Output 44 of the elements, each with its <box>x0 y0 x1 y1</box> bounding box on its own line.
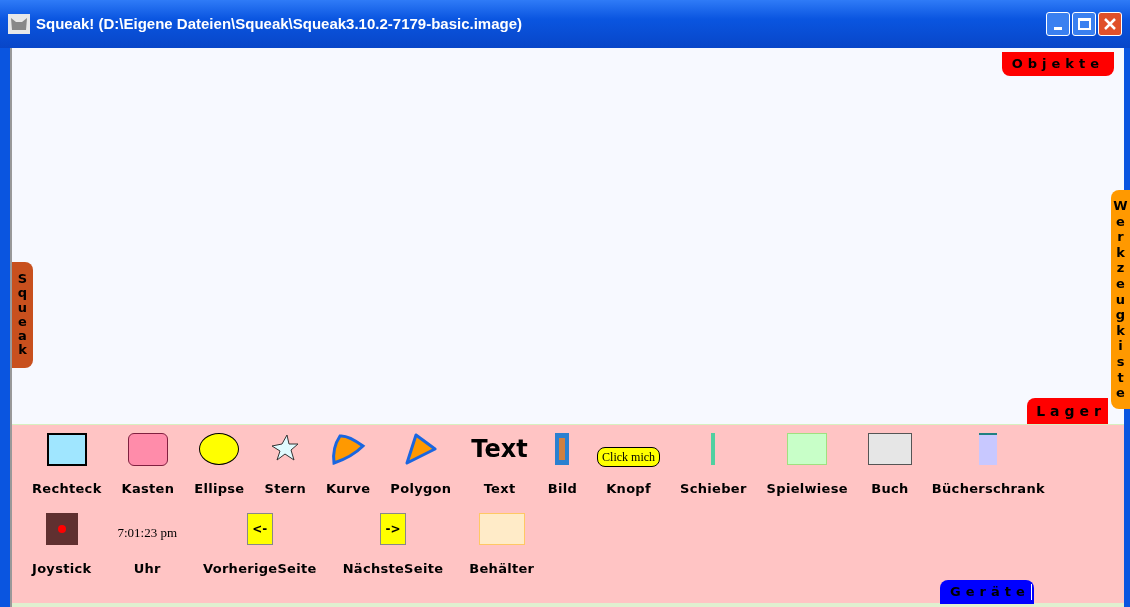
book-icon <box>867 433 912 465</box>
supply-label[interactable]: Rechteck <box>32 479 102 499</box>
supply-label[interactable]: Stern <box>264 479 307 499</box>
curve-shape-icon <box>330 433 367 465</box>
rectangle-icon <box>46 433 87 466</box>
clock-time: 7:01:23 pm <box>117 523 177 542</box>
triangle-icon <box>403 433 438 465</box>
supply-label[interactable]: Uhr <box>133 558 161 578</box>
ellipse-icon <box>199 433 240 465</box>
maximize-button[interactable] <box>1072 12 1096 36</box>
container-icon <box>478 512 525 545</box>
supply-label[interactable]: Joystick <box>32 558 92 578</box>
supply-label[interactable]: Knopf <box>606 479 651 499</box>
flap-tab[interactable]: Objekte <box>1001 52 1114 76</box>
app-icon <box>8 14 30 34</box>
flap-tab[interactable]: Werkzeugkiste <box>1111 190 1130 409</box>
supply-label[interactable]: Kasten <box>121 479 175 499</box>
text-sample: Text <box>471 434 528 465</box>
close-button[interactable] <box>1098 12 1122 36</box>
minimize-button[interactable] <box>1046 12 1070 36</box>
flap-tab[interactable]: Lager <box>1027 398 1108 424</box>
supply-label[interactable]: Spielwiese <box>766 479 848 499</box>
supply-label[interactable]: Ellipse <box>194 479 245 499</box>
supply-label[interactable]: VorherigeSeite <box>203 558 317 578</box>
star-icon <box>270 433 301 463</box>
slider-icon <box>711 433 716 465</box>
playfield-icon <box>787 433 828 465</box>
supply-label[interactable]: Bücherschrank <box>931 479 1045 499</box>
flap-tab[interactable]: Squeak <box>12 262 33 368</box>
close-icon <box>1104 18 1116 30</box>
supply-label[interactable]: NächsteSeite <box>342 558 444 578</box>
supply-label[interactable]: Buch <box>871 479 909 499</box>
supply-label[interactable]: Behälter <box>469 558 535 578</box>
click-button-sample: Click mich <box>597 447 661 467</box>
joystick-icon <box>45 512 78 545</box>
supply-label[interactable]: Schieber <box>680 479 747 499</box>
supply-label[interactable]: Polygon <box>390 479 452 499</box>
supply-label[interactable]: Text <box>483 479 516 499</box>
window-title: Squeak! (D:\Eigene Dateien\Squeak\Squeak3.10.2-7179-basic.image) <box>36 13 523 34</box>
bookshelf-icon <box>979 433 998 465</box>
rounded-box-icon <box>127 433 168 466</box>
supply-label[interactable]: Kurve <box>326 479 371 499</box>
supply-label[interactable]: Bild <box>547 479 578 499</box>
image-icon <box>555 433 570 465</box>
